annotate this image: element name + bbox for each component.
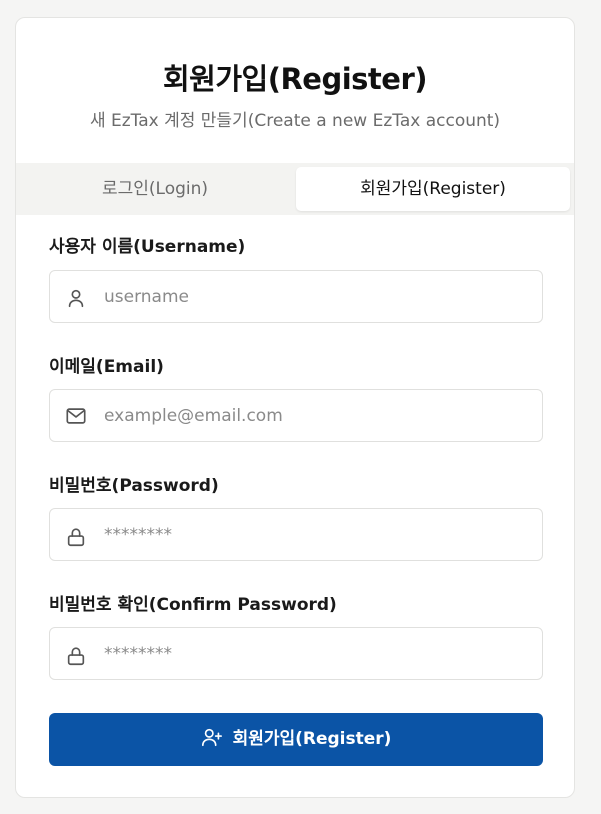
- password-input[interactable]: [104, 509, 524, 560]
- username-label: 사용자 이름(Username): [49, 237, 246, 257]
- lock-icon: [67, 647, 85, 666]
- user-plus-icon: [201, 728, 222, 747]
- confirm-password-input[interactable]: [104, 628, 524, 679]
- register-card: 회원가입(Register) 새 EzTax 계정 만들기(Create a n…: [15, 17, 575, 798]
- register-button[interactable]: 회원가입(Register): [49, 713, 543, 766]
- register-button-label: 회원가입(Register): [232, 729, 392, 749]
- page-subtitle: 새 EzTax 계정 만들기(Create a new EzTax accoun…: [89, 111, 501, 131]
- confirm-password-field[interactable]: [49, 627, 543, 680]
- auth-tabs: 로그인(Login) 회원가입(Register): [16, 163, 574, 215]
- password-label: 비밀번호(Password): [49, 476, 219, 496]
- email-field[interactable]: [49, 389, 543, 442]
- email-label: 이메일(Email): [49, 357, 164, 377]
- username-input[interactable]: [104, 271, 524, 322]
- page-title: 회원가입(Register): [162, 62, 428, 96]
- user-icon: [68, 289, 84, 308]
- tab-register[interactable]: 회원가입(Register): [296, 167, 570, 211]
- username-field[interactable]: [49, 270, 543, 323]
- email-input[interactable]: [104, 390, 524, 441]
- mail-icon: [66, 408, 86, 424]
- tab-login[interactable]: 로그인(Login): [20, 167, 290, 211]
- lock-icon: [67, 528, 85, 547]
- confirm-password-label: 비밀번호 확인(Confirm Password): [49, 595, 337, 615]
- password-field[interactable]: [49, 508, 543, 561]
